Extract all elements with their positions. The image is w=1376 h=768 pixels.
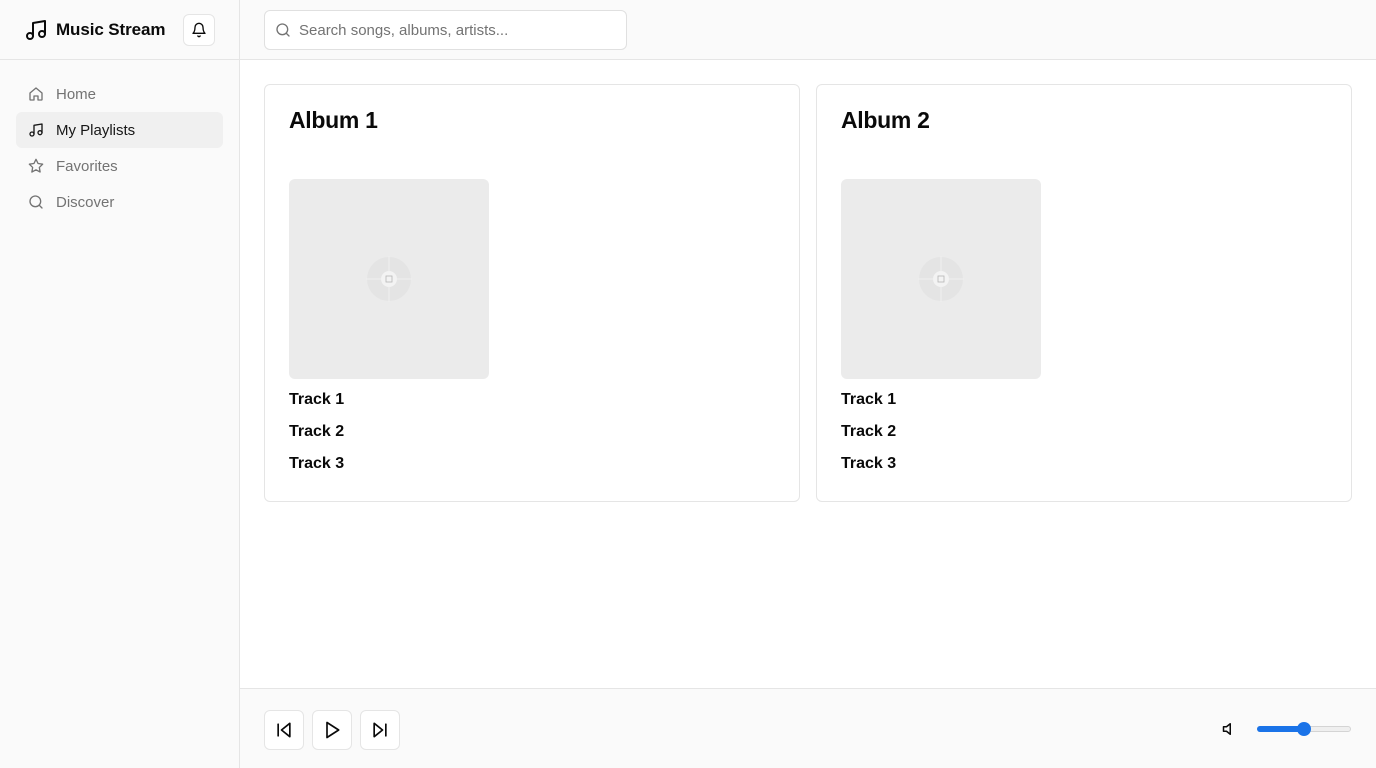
bell-icon (191, 22, 207, 38)
track-item[interactable]: Track 3 (289, 453, 775, 485)
album-title: Album 1 (289, 107, 378, 133)
search-input[interactable] (299, 21, 609, 39)
track-list: Track 1 Track 2 Track 3 (289, 389, 775, 485)
track-item[interactable]: Track 2 (289, 421, 775, 453)
volume-slider[interactable] (1257, 722, 1351, 736)
album-cover[interactable] (841, 179, 1041, 379)
notifications-button[interactable] (183, 14, 215, 46)
brand[interactable]: Music Stream (24, 18, 165, 42)
sidebar-item-label: Favorites (56, 157, 118, 175)
search-box[interactable] (264, 10, 627, 50)
sidebar-item-label: My Playlists (56, 121, 136, 139)
sidebar: Music Stream Home My Playlists Favorites… (0, 0, 240, 768)
app-root: Music Stream Home My Playlists Favorites… (0, 0, 1376, 768)
skip-forward-icon (370, 720, 390, 740)
album-card[interactable]: Album 2 Track 1 Track 2 Track 3 (816, 84, 1352, 502)
sidebar-item-my-playlists[interactable]: My Playlists (16, 112, 223, 148)
image-placeholder-icon (366, 256, 412, 302)
album-cover[interactable] (289, 179, 489, 379)
app-title: Music Stream (56, 19, 166, 39)
top-bar (240, 0, 1376, 60)
skip-back-icon (274, 720, 294, 740)
star-icon (28, 158, 44, 174)
search-icon (28, 194, 44, 210)
track-item[interactable]: Track 3 (841, 453, 1327, 485)
volume-icon[interactable] (1222, 720, 1240, 738)
image-placeholder-icon (918, 256, 964, 302)
previous-button[interactable] (264, 710, 304, 750)
sidebar-nav: Home My Playlists Favorites Discover (0, 60, 239, 236)
track-item[interactable]: Track 2 (841, 421, 1327, 453)
track-list: Track 1 Track 2 Track 3 (841, 389, 1327, 485)
sidebar-item-label: Discover (56, 193, 115, 211)
track-item[interactable]: Track 1 (841, 389, 1327, 421)
music-note-icon (24, 18, 48, 42)
player-bar (240, 688, 1376, 768)
music-note-icon (28, 122, 44, 138)
play-button[interactable] (312, 710, 352, 750)
sidebar-item-favorites[interactable]: Favorites (16, 148, 223, 184)
play-icon (322, 720, 342, 740)
search-icon (275, 22, 291, 38)
sidebar-header: Music Stream (0, 0, 239, 60)
next-button[interactable] (360, 710, 400, 750)
home-icon (28, 86, 44, 102)
track-item[interactable]: Track 1 (289, 389, 775, 421)
album-card[interactable]: Album 1 Track 1 Track 2 Track 3 (264, 84, 800, 502)
sidebar-item-discover[interactable]: Discover (16, 184, 223, 220)
sidebar-item-label: Home (56, 85, 97, 103)
main-content: Album 1 Track 1 Track 2 Track 3 Album 2 … (240, 60, 1376, 688)
sidebar-item-home[interactable]: Home (16, 76, 223, 112)
album-title: Album 2 (841, 107, 930, 133)
volume-thumb[interactable] (1297, 722, 1311, 736)
